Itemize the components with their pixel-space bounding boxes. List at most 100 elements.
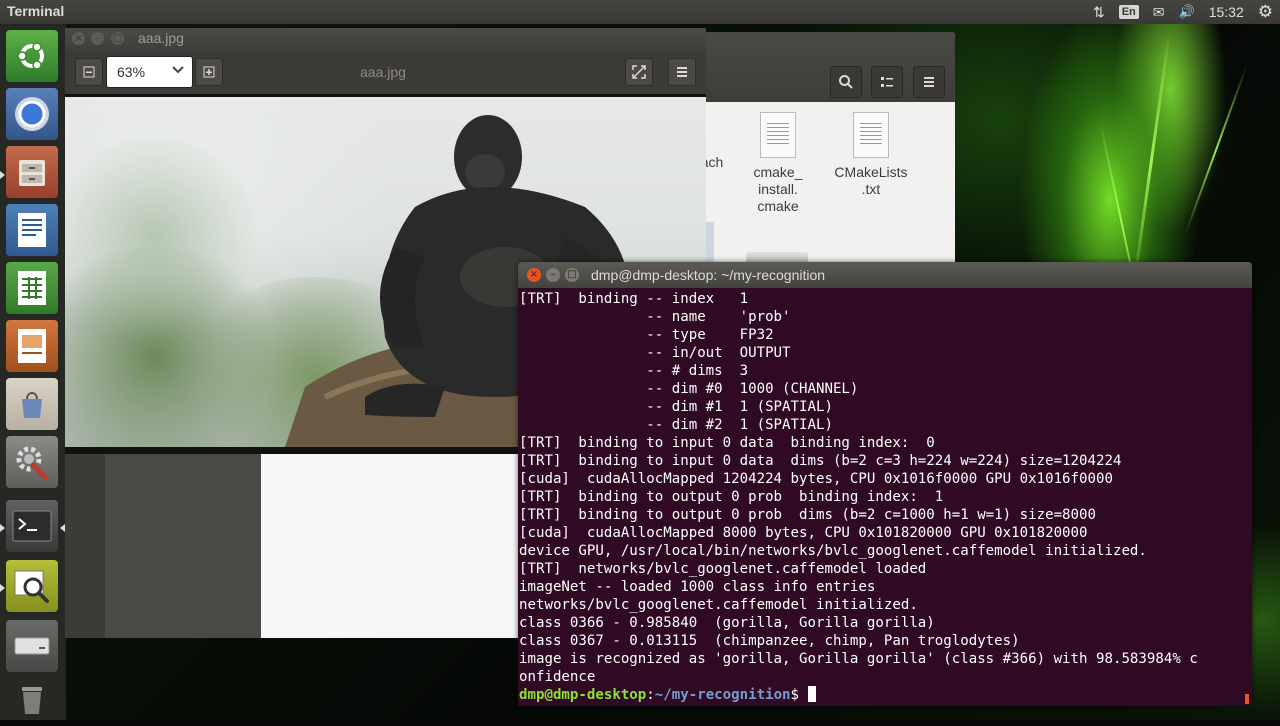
impress-launcher[interactable] <box>6 320 58 372</box>
chevron-down-icon <box>172 63 184 79</box>
terminal-prompt-line[interactable]: dmp@dmp-desktop:~/my-recognition$ <box>519 686 1247 704</box>
document-writer-icon <box>18 213 46 247</box>
zoom-in-button[interactable] <box>195 58 223 86</box>
drive-icon <box>14 637 50 655</box>
plus-icon <box>203 66 215 78</box>
document-icon <box>760 112 796 158</box>
drive-launcher[interactable] <box>6 620 58 672</box>
file-item[interactable]: cmake_ install. cmake <box>745 112 811 215</box>
hamburger-menu-icon <box>924 77 934 87</box>
running-indicator <box>0 524 5 532</box>
file-name: ach <box>700 154 724 170</box>
calc-launcher[interactable] <box>6 262 58 314</box>
presentation-icon <box>18 329 46 363</box>
chromium-launcher[interactable] <box>6 88 58 140</box>
terminal-line: -- dim #0 1000 (CHANNEL) <box>519 381 859 397</box>
mail-icon[interactable]: ✉ <box>1146 0 1172 24</box>
file-item[interactable]: ach <box>700 154 740 171</box>
trash-icon <box>22 687 42 714</box>
terminal-line: [TRT] binding to input 0 data binding in… <box>519 435 935 451</box>
search-button[interactable] <box>830 66 862 98</box>
gear-icon[interactable]: ⚙ <box>1251 0 1280 24</box>
terminal-line: -- # dims 3 <box>519 363 749 379</box>
terminal-line: class 0366 - 0.985840 (gorilla, Gorilla … <box>519 615 935 631</box>
launcher <box>0 24 66 720</box>
top-panel: Terminal ⇅ En ✉ 🔊 15:32 ⚙ <box>0 0 1280 24</box>
document-icon <box>853 112 889 158</box>
file-name: CMakeLists .txt <box>834 164 908 197</box>
hamburger-menu-icon <box>677 67 687 77</box>
fullscreen-button[interactable] <box>625 58 653 86</box>
scrollbar-indicator[interactable] <box>1245 694 1249 704</box>
prompt-user-host: dmp@dmp-desktop <box>519 687 647 703</box>
close-button[interactable]: × <box>527 268 541 282</box>
maximize-button[interactable]: □ <box>565 268 579 282</box>
file-cabinet-icon <box>19 160 45 186</box>
terminal-line: imageNet -- loaded 1000 class info entri… <box>519 579 876 595</box>
clock[interactable]: 15:32 <box>1202 0 1251 24</box>
spreadsheet-icon <box>18 271 46 305</box>
menu-button[interactable] <box>913 66 945 98</box>
image-viewer-launcher[interactable] <box>6 560 58 612</box>
image-viewer-titlebar[interactable]: × – □ aaa.jpg <box>65 28 706 50</box>
terminal-line: -- dim #1 1 (SPATIAL) <box>519 399 833 415</box>
shopping-bag-icon <box>22 392 42 418</box>
zoom-out-button[interactable] <box>75 58 103 86</box>
writer-launcher[interactable] <box>6 204 58 256</box>
view-toggle-button[interactable] <box>871 66 903 98</box>
sound-icon[interactable]: 🔊 <box>1172 0 1202 24</box>
system-settings-launcher[interactable] <box>6 436 58 488</box>
wallpaper-streak <box>1184 65 1248 235</box>
dash-button[interactable] <box>6 30 58 82</box>
terminal-line: [cuda] cudaAllocMapped 8000 bytes, CPU 0… <box>519 525 1088 541</box>
keyboard-layout-label: En <box>1118 5 1139 19</box>
minimize-button[interactable]: – <box>546 268 560 282</box>
minimize-button[interactable]: – <box>91 32 104 45</box>
active-app-name: Terminal <box>7 3 65 19</box>
zoom-value: 63% <box>117 64 146 80</box>
software-center-launcher[interactable] <box>6 378 58 430</box>
window-title: aaa.jpg <box>138 30 184 46</box>
terminal-line: -- type FP32 <box>519 327 774 343</box>
fullscreen-icon <box>632 65 646 79</box>
terminal-titlebar[interactable]: × – □ dmp@dmp-desktop: ~/my-recognition <box>518 262 1252 288</box>
terminal-launcher[interactable] <box>6 500 58 552</box>
file-name: cmake_ install. cmake <box>753 164 803 214</box>
trash-launcher[interactable] <box>6 674 58 726</box>
magnifier-image-icon <box>14 570 49 603</box>
file-manager-launcher[interactable] <box>6 146 58 198</box>
gallery-menu-button[interactable] <box>668 58 696 86</box>
running-indicator <box>0 171 5 179</box>
terminal-line: onfidence <box>519 669 596 685</box>
terminal-line: -- in/out OUTPUT <box>519 345 791 361</box>
terminal-line: [TRT] binding to output 0 prob binding i… <box>519 489 944 505</box>
keyboard-layout-indicator[interactable]: En <box>1112 0 1146 24</box>
terminal-line: class 0367 - 0.013115 (chimpanzee, chimp… <box>519 633 1020 649</box>
chromium-icon <box>15 97 49 131</box>
terminal-line: [TRT] binding -- index 1 <box>519 291 749 307</box>
network-icon[interactable]: ⇅ <box>1086 0 1112 24</box>
terminal-output[interactable]: [TRT] binding -- index 1 -- name 'prob' … <box>519 290 1247 704</box>
running-indicator <box>0 584 5 592</box>
indicator-area: ⇅ En ✉ 🔊 15:32 ⚙ <box>1086 0 1280 24</box>
terminal-line: [TRT] binding to output 0 prob dims (b=2… <box>519 507 1096 523</box>
terminal-line: [cuda] cudaAllocMapped 1204224 bytes, CP… <box>519 471 1113 487</box>
terminal-window: × – □ dmp@dmp-desktop: ~/my-recognition … <box>518 262 1252 706</box>
window-title: dmp@dmp-desktop: ~/my-recognition <box>591 267 826 283</box>
file-item[interactable]: CMakeLists .txt <box>828 112 914 198</box>
terminal-line: -- dim #2 1 (SPATIAL) <box>519 417 833 433</box>
prompt-path: ~/my-recognition <box>654 687 791 703</box>
minus-icon <box>83 66 95 78</box>
maximize-button[interactable]: □ <box>111 32 124 45</box>
terminal-line: -- name 'prob' <box>519 309 791 325</box>
text-cursor <box>807 686 816 702</box>
search-icon <box>839 75 853 89</box>
image-name: aaa.jpg <box>360 64 406 80</box>
zoom-combo[interactable]: 63% <box>106 56 193 88</box>
ubuntu-logo-icon <box>17 42 44 70</box>
list-view-icon <box>881 77 893 87</box>
close-button[interactable]: × <box>72 32 85 45</box>
background-window-sidebar <box>105 454 261 638</box>
wallpaper-streak <box>1131 31 1172 289</box>
image-viewer-toolbar: 63% aaa.jpg <box>65 50 706 94</box>
